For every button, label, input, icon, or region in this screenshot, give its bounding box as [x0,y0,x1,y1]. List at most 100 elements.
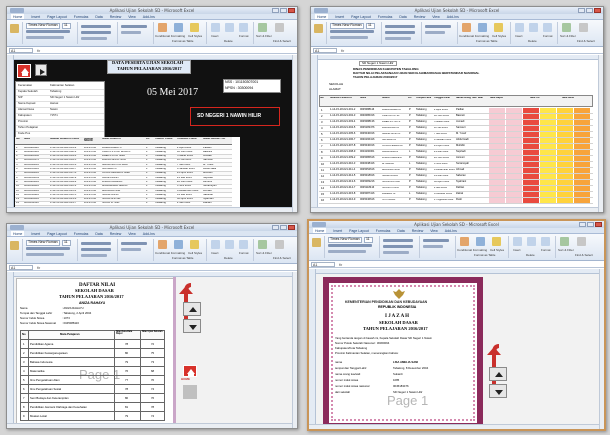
tab-data[interactable]: Data [399,14,406,19]
name-box[interactable]: A1 [311,262,335,267]
format-cells-icon[interactable] [239,23,248,32]
tab-home[interactable]: Home [315,14,329,19]
delete-cells-icon[interactable] [225,23,234,32]
close-icon[interactable] [288,225,295,230]
tab-review[interactable]: Review [110,231,121,236]
sort-filter-icon[interactable] [258,23,267,32]
fx-icon[interactable]: fx [37,264,40,271]
format-table-icon[interactable] [476,237,485,246]
page-break-preview[interactable]: DAFTAR NILAI SEKOLAH DASAR TAHUN PELAJAR… [7,272,297,428]
tab-add-ins[interactable]: Add-Ins [143,231,155,236]
conditional-formatting-icon[interactable] [462,23,471,32]
minimize-icon[interactable] [272,225,279,230]
font-name-box[interactable]: Times New Roman [26,23,60,29]
scroll-up-button[interactable] [489,367,507,381]
paste-icon[interactable] [312,238,321,247]
find-select-icon[interactable] [577,237,586,246]
name-box[interactable]: A1 [313,48,337,53]
sort-filter-icon[interactable] [562,23,571,32]
tab-page-layout[interactable]: Page Layout [351,14,371,19]
font-name-box[interactable]: Times New Roman [26,240,60,246]
tab-view[interactable]: View [432,14,440,19]
close-icon[interactable] [595,222,602,227]
tab-home[interactable]: Home [11,14,25,19]
tab-formulas[interactable]: Formulas [378,14,393,19]
find-select-icon[interactable] [579,23,588,32]
maximize-icon[interactable] [587,222,594,227]
tab-formulas[interactable]: Formulas [74,231,89,236]
insert-cells-icon[interactable] [513,237,522,246]
home-button-2[interactable] [183,385,197,399]
tab-page-layout[interactable]: Page Layout [47,231,67,236]
tab-data[interactable]: Data [95,14,102,19]
tab-page-layout[interactable]: Page Layout [47,14,67,19]
tab-add-ins[interactable]: Add-Ins [447,14,459,19]
maximize-icon[interactable] [586,8,593,13]
delete-cells-icon[interactable] [529,23,538,32]
excel-window-daftar-nilai[interactable]: Aplikasi Ujian Sekolah SD - Microsoft Ex… [6,223,298,429]
close-icon[interactable] [594,8,601,13]
tab-formulas[interactable]: Formulas [376,228,391,233]
tab-review[interactable]: Review [414,14,425,19]
rekap-table[interactable]: NO NOMOR PESERTA NISN NAMA L/P Tempat Lahir Ta… [319,95,593,210]
name-box[interactable]: A1 [9,265,33,270]
insert-cells-icon[interactable] [515,23,524,32]
sort-filter-icon[interactable] [258,240,267,249]
font-size-box[interactable]: 11 [364,237,373,243]
window-controls[interactable] [272,225,295,230]
tab-add-ins[interactable]: Add-Ins [445,228,457,233]
scroll-down-button[interactable] [183,319,201,333]
tab-formulas[interactable]: Formulas [74,14,89,19]
tab-insert[interactable]: Insert [31,231,40,236]
tab-add-ins[interactable]: Add-Ins [143,14,155,19]
tab-home[interactable]: Home [11,231,25,236]
name-box[interactable]: A1 [9,48,33,53]
insert-cells-icon[interactable] [211,240,220,249]
sort-filter-icon[interactable] [560,237,569,246]
peserta-table[interactable]: NO NISN NOMOR PESERTA UJIAN NOMOR SKHUN NAMA… [15,137,240,212]
paste-icon[interactable] [10,24,19,33]
format-table-icon[interactable] [174,23,183,32]
minimize-icon[interactable] [272,8,279,13]
cell-styles-icon[interactable] [190,23,199,32]
tab-review[interactable]: Review [110,14,121,19]
fx-icon[interactable]: fx [37,47,40,54]
scroll-up-button[interactable] [183,302,201,316]
page-break-preview[interactable]: KEMENTERIAN PENDIDIKAN DAN KEBUDAYAAN RE… [309,269,604,429]
excel-window-ijazah[interactable]: Aplikasi Ujian Sekolah SD - Microsoft Ex… [307,219,606,431]
find-select-icon[interactable] [275,240,284,249]
excel-window-rekap-nilai[interactable]: Aplikasi Ujian Sekolah SD - Microsoft Ex… [310,6,604,213]
cell-styles-icon[interactable] [494,23,503,32]
format-cells-icon[interactable] [543,23,552,32]
home-label[interactable]: HOME [181,378,190,381]
format-cells-icon[interactable] [541,237,550,246]
fx-icon[interactable]: fx [341,47,344,54]
fx-icon[interactable]: fx [339,261,342,268]
conditional-formatting-icon[interactable] [460,237,469,246]
tab-view[interactable]: View [128,231,136,236]
font-name-box[interactable]: Times New Roman [330,23,364,29]
window-controls[interactable] [578,8,601,13]
delete-cells-icon[interactable] [225,240,234,249]
maximize-icon[interactable] [280,8,287,13]
cell-styles-icon[interactable] [190,240,199,249]
home-icon[interactable] [183,365,197,377]
tab-data[interactable]: Data [95,231,102,236]
tab-data[interactable]: Data [397,228,404,233]
home-icon[interactable] [17,64,31,78]
minimize-icon[interactable] [579,222,586,227]
font-size-box[interactable]: 11 [62,23,71,29]
tab-home[interactable]: Home [313,228,327,233]
font-size-box[interactable]: 11 [62,240,71,246]
window-controls[interactable] [579,222,602,227]
worksheet[interactable]: DATA PESERTA UJIAN SEKOLAH TAHUN PELAJAR… [7,55,297,212]
insert-cells-icon[interactable] [211,23,220,32]
tab-view[interactable]: View [128,14,136,19]
scroll-down-button[interactable] [489,384,507,398]
font-name-box[interactable]: Times New Roman [328,237,362,243]
format-cells-icon[interactable] [239,240,248,249]
tab-insert[interactable]: Insert [31,14,40,19]
find-select-icon[interactable] [275,23,284,32]
cell-styles-icon[interactable] [492,237,501,246]
conditional-formatting-icon[interactable] [158,23,167,32]
